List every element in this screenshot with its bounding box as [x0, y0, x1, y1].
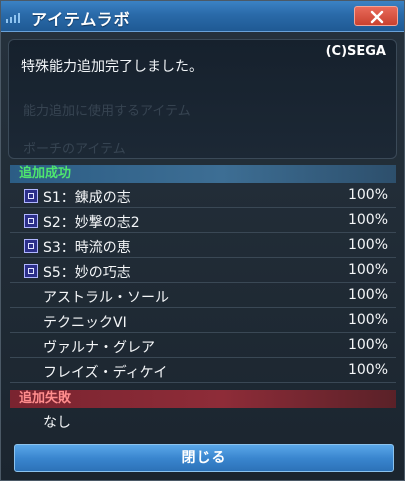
item-rate: 100% [347, 262, 388, 278]
list-item: S5：妙の巧志 100% [10, 259, 396, 283]
item-rate: 100% [347, 362, 388, 378]
item-lab-window: アイテムラボ (C)SEGA 特殊能力追加完了しました。 能力追加に使用するアイ… [0, 0, 405, 481]
item-name: S2：妙撃の志2 [43, 215, 140, 231]
special-ability-icon [24, 264, 38, 278]
list-item: フレイズ・ディケイ 100% [10, 359, 396, 383]
special-ability-icon [24, 214, 38, 228]
item-name: S1：錬成の志 [43, 190, 131, 206]
list-item: S1：錬成の志 100% [10, 184, 396, 208]
signal-icon [6, 13, 20, 23]
item-name: アストラル・ソール [43, 290, 169, 306]
list-item: テクニックVI 100% [10, 309, 396, 333]
copyright-text: (C)SEGA [325, 44, 386, 59]
close-button[interactable]: 閉じる [14, 444, 394, 472]
window-title: アイテムラボ [31, 10, 131, 29]
item-name: テクニックVI [43, 315, 127, 331]
message-box: (C)SEGA 特殊能力追加完了しました。 能力追加に使用するアイテム ポーチの… [8, 39, 397, 159]
success-section-header: 追加成功 [10, 165, 396, 183]
item-name: S5：妙の巧志 [43, 265, 131, 281]
list-item: ヴァルナ・グレア 100% [10, 334, 396, 358]
result-message: 特殊能力追加完了しました。 [21, 59, 203, 75]
item-name: S3：時流の恵 [43, 240, 131, 256]
item-rate: 100% [347, 237, 388, 253]
special-ability-icon [24, 239, 38, 253]
special-ability-icon [24, 189, 38, 203]
item-rate: 100% [347, 187, 388, 203]
close-icon [370, 10, 384, 24]
list-item: アストラル・ソール 100% [10, 284, 396, 308]
list-item: S2：妙撃の志2 100% [10, 209, 396, 233]
item-rate: 100% [347, 287, 388, 303]
item-rate: 100% [347, 312, 388, 328]
item-name: フレイズ・ディケイ [43, 365, 168, 381]
item-rate: 100% [347, 212, 388, 228]
ghost-line: 能力追加に使用するアイテム [23, 104, 191, 119]
ghost-line: ポーチのアイテム [23, 142, 126, 157]
fail-section-header: 追加失敗 [10, 390, 396, 408]
list-item: S3：時流の恵 100% [10, 234, 396, 258]
item-rate: 100% [347, 337, 388, 353]
title-bar: アイテムラボ [1, 1, 404, 32]
item-name: ヴァルナ・グレア [43, 340, 155, 356]
window-close-button[interactable] [354, 6, 398, 26]
list-item: なし [10, 409, 396, 433]
fail-item-name: なし [43, 415, 71, 431]
